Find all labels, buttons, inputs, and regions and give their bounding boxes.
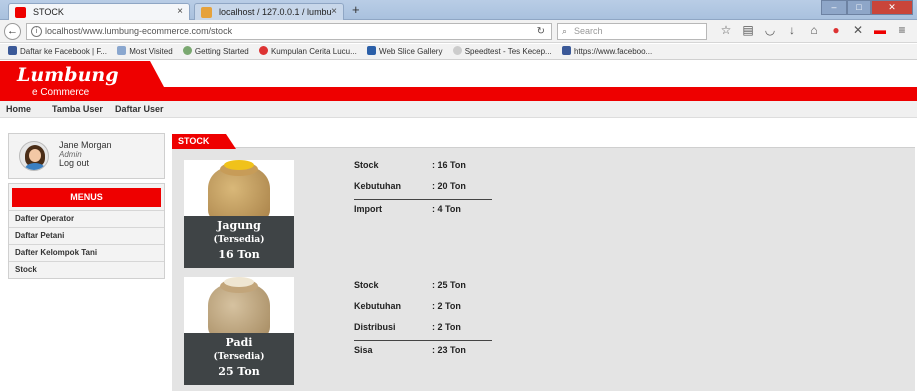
user-profile-box: Jane Morgan Admin Log out [8,133,165,179]
tab-title: localhost / 127.0.0.1 / lumbu [219,7,332,17]
product-quantity: 25 Ton [218,365,260,378]
info-row: Stock: 25 Ton [354,280,466,290]
padi-sack-image [184,277,294,339]
product-caption: Padi (Tersedia) 25 Ton [184,333,294,385]
info-row: Kebutuhan: 2 Ton [354,301,461,311]
window-controls: – □ ✕ [821,0,913,15]
product-info-jagung: Stock: 16 Ton Kebutuhan: 20 Ton Import: … [354,158,492,223]
rice-sack-icon [208,277,270,339]
stock-content-panel: STOCK Jagung (Tersedia) 16 Ton Stock: 16… [172,134,915,391]
site-favicon-icon [15,7,26,18]
reload-icon[interactable]: ↻ [537,24,545,39]
avatar [19,141,49,171]
web-slice-icon [367,46,377,55]
pocket-icon[interactable]: ◡ [762,23,778,37]
toolbar-icons: ☆ ▤ ◡ ↓ ⌂ ● ✕ ▬ ≡ [718,23,910,37]
info-row: Stock: 16 Ton [354,160,466,170]
site-header: Lumbung e Commerce [0,61,917,101]
logout-link[interactable]: Log out [59,158,89,168]
bookmark-star-icon[interactable]: ☆ [718,23,734,37]
product-name: Padi [225,336,253,349]
corn-sack-icon [208,160,270,222]
bookmark-speedtest[interactable]: Speedtest - Tes Kecep... [452,44,552,59]
bookmark-most-visited[interactable]: Most Visited [117,44,173,59]
product-name: Jagung [217,219,261,232]
site-logo[interactable]: Lumbung [17,64,118,86]
bookmark-web-slice[interactable]: Web Slice Gallery [367,44,442,59]
product-caption: Jagung (Tersedia) 16 Ton [184,216,294,268]
close-icon[interactable]: ✕ [850,23,866,37]
sidebar-menu: MENUS Dafter Operator Daftar Petani Daft… [8,183,165,279]
window-close-icon[interactable]: ✕ [871,0,913,15]
minimize-icon[interactable]: – [821,0,847,15]
bookmark-facebook[interactable]: Daftar ke Facebook | F... [8,44,107,59]
navigation-bar: ← i localhost/www.lumbung-ecommerce.com/… [0,20,917,43]
new-tab-button[interactable]: + [352,2,360,17]
site-icon [258,46,268,55]
tab-stock[interactable]: STOCK × [8,3,190,20]
facebook-icon [8,46,17,55]
user-name: Jane Morgan [59,140,112,150]
browser-tab-bar: STOCK × localhost / 127.0.0.1 / lumbu × … [0,0,917,20]
jagung-sack-image [184,160,294,222]
sidebar-item-stock[interactable]: Stock [9,261,164,278]
sidebar-title: MENUS [12,188,161,207]
bookmark-facebook-url[interactable]: https://www.faceboo... [561,44,652,59]
top-menu: Home Tamba User Daftar User [0,101,917,118]
site-logo-subtitle: e Commerce [32,87,90,98]
product-info-padi: Stock: 25 Ton Kebutuhan: 2 Ton Distribus… [354,278,492,364]
product-card-padi[interactable]: Padi (Tersedia) 25 Ton [184,277,294,385]
maximize-icon[interactable]: □ [847,0,871,15]
bookmark-getting-started[interactable]: Getting Started [182,44,249,59]
phpmyadmin-favicon-icon [201,7,212,18]
info-row: Distribusi: 2 Ton [354,320,492,341]
search-input[interactable]: ⌕ Search [557,23,707,40]
menu-tamba-user[interactable]: Tamba User [52,101,103,117]
product-card-jagung[interactable]: Jagung (Tersedia) 16 Ton [184,160,294,268]
close-tab-icon[interactable]: × [331,4,337,20]
sidebar-item-dafter-operator[interactable]: Dafter Operator [9,210,164,227]
info-icon[interactable]: i [31,26,42,37]
info-row: Kebutuhan: 20 Ton [354,179,492,200]
menu-daftar-user[interactable]: Daftar User [115,101,164,117]
extension-red-icon[interactable]: ▬ [872,23,888,37]
menu-icon[interactable]: ≡ [894,23,910,37]
folder-icon [117,46,127,55]
bookmarks-bar: Daftar ke Facebook | F... Most Visited G… [0,44,917,60]
home-icon[interactable]: ⌂ [806,23,822,37]
speedometer-icon [452,46,462,55]
close-tab-icon[interactable]: × [177,4,183,20]
menu-home[interactable]: Home [6,101,31,117]
search-icon: ⌕ [562,26,568,36]
header-white-area [150,61,917,87]
gear-icon [182,46,192,55]
tab-phpmyadmin[interactable]: localhost / 127.0.0.1 / lumbu × [194,3,344,20]
back-arrow-icon[interactable]: ← [4,23,21,40]
sidebar-item-daftar-petani[interactable]: Daftar Petani [9,227,164,244]
section-tab-stock: STOCK [172,134,236,149]
url-bar[interactable]: i localhost/www.lumbung-ecommerce.com/st… [26,23,552,40]
tab-title: STOCK [33,7,64,17]
bookmark-cerita[interactable]: Kumpulan Cerita Lucu... [258,44,357,59]
web-page: Lumbung e Commerce Home Tamba User Dafta… [0,61,917,391]
url-text: localhost/www.lumbung-ecommerce.com/stoc… [45,26,233,36]
reading-list-icon[interactable]: ▤ [740,23,756,37]
product-status: (Tersedia) [213,235,265,245]
facebook-icon [561,46,571,55]
info-row: Import: 4 Ton [354,204,461,214]
product-status: (Tersedia) [213,352,265,362]
search-placeholder: Search [574,26,603,36]
sidebar-item-kelompok-tani[interactable]: Dafter Kelompok Tani [9,244,164,261]
product-quantity: 16 Ton [218,248,260,261]
download-icon[interactable]: ↓ [784,23,800,37]
addon-icon[interactable]: ● [828,23,844,37]
info-row: Sisa: 23 Ton [354,345,466,355]
